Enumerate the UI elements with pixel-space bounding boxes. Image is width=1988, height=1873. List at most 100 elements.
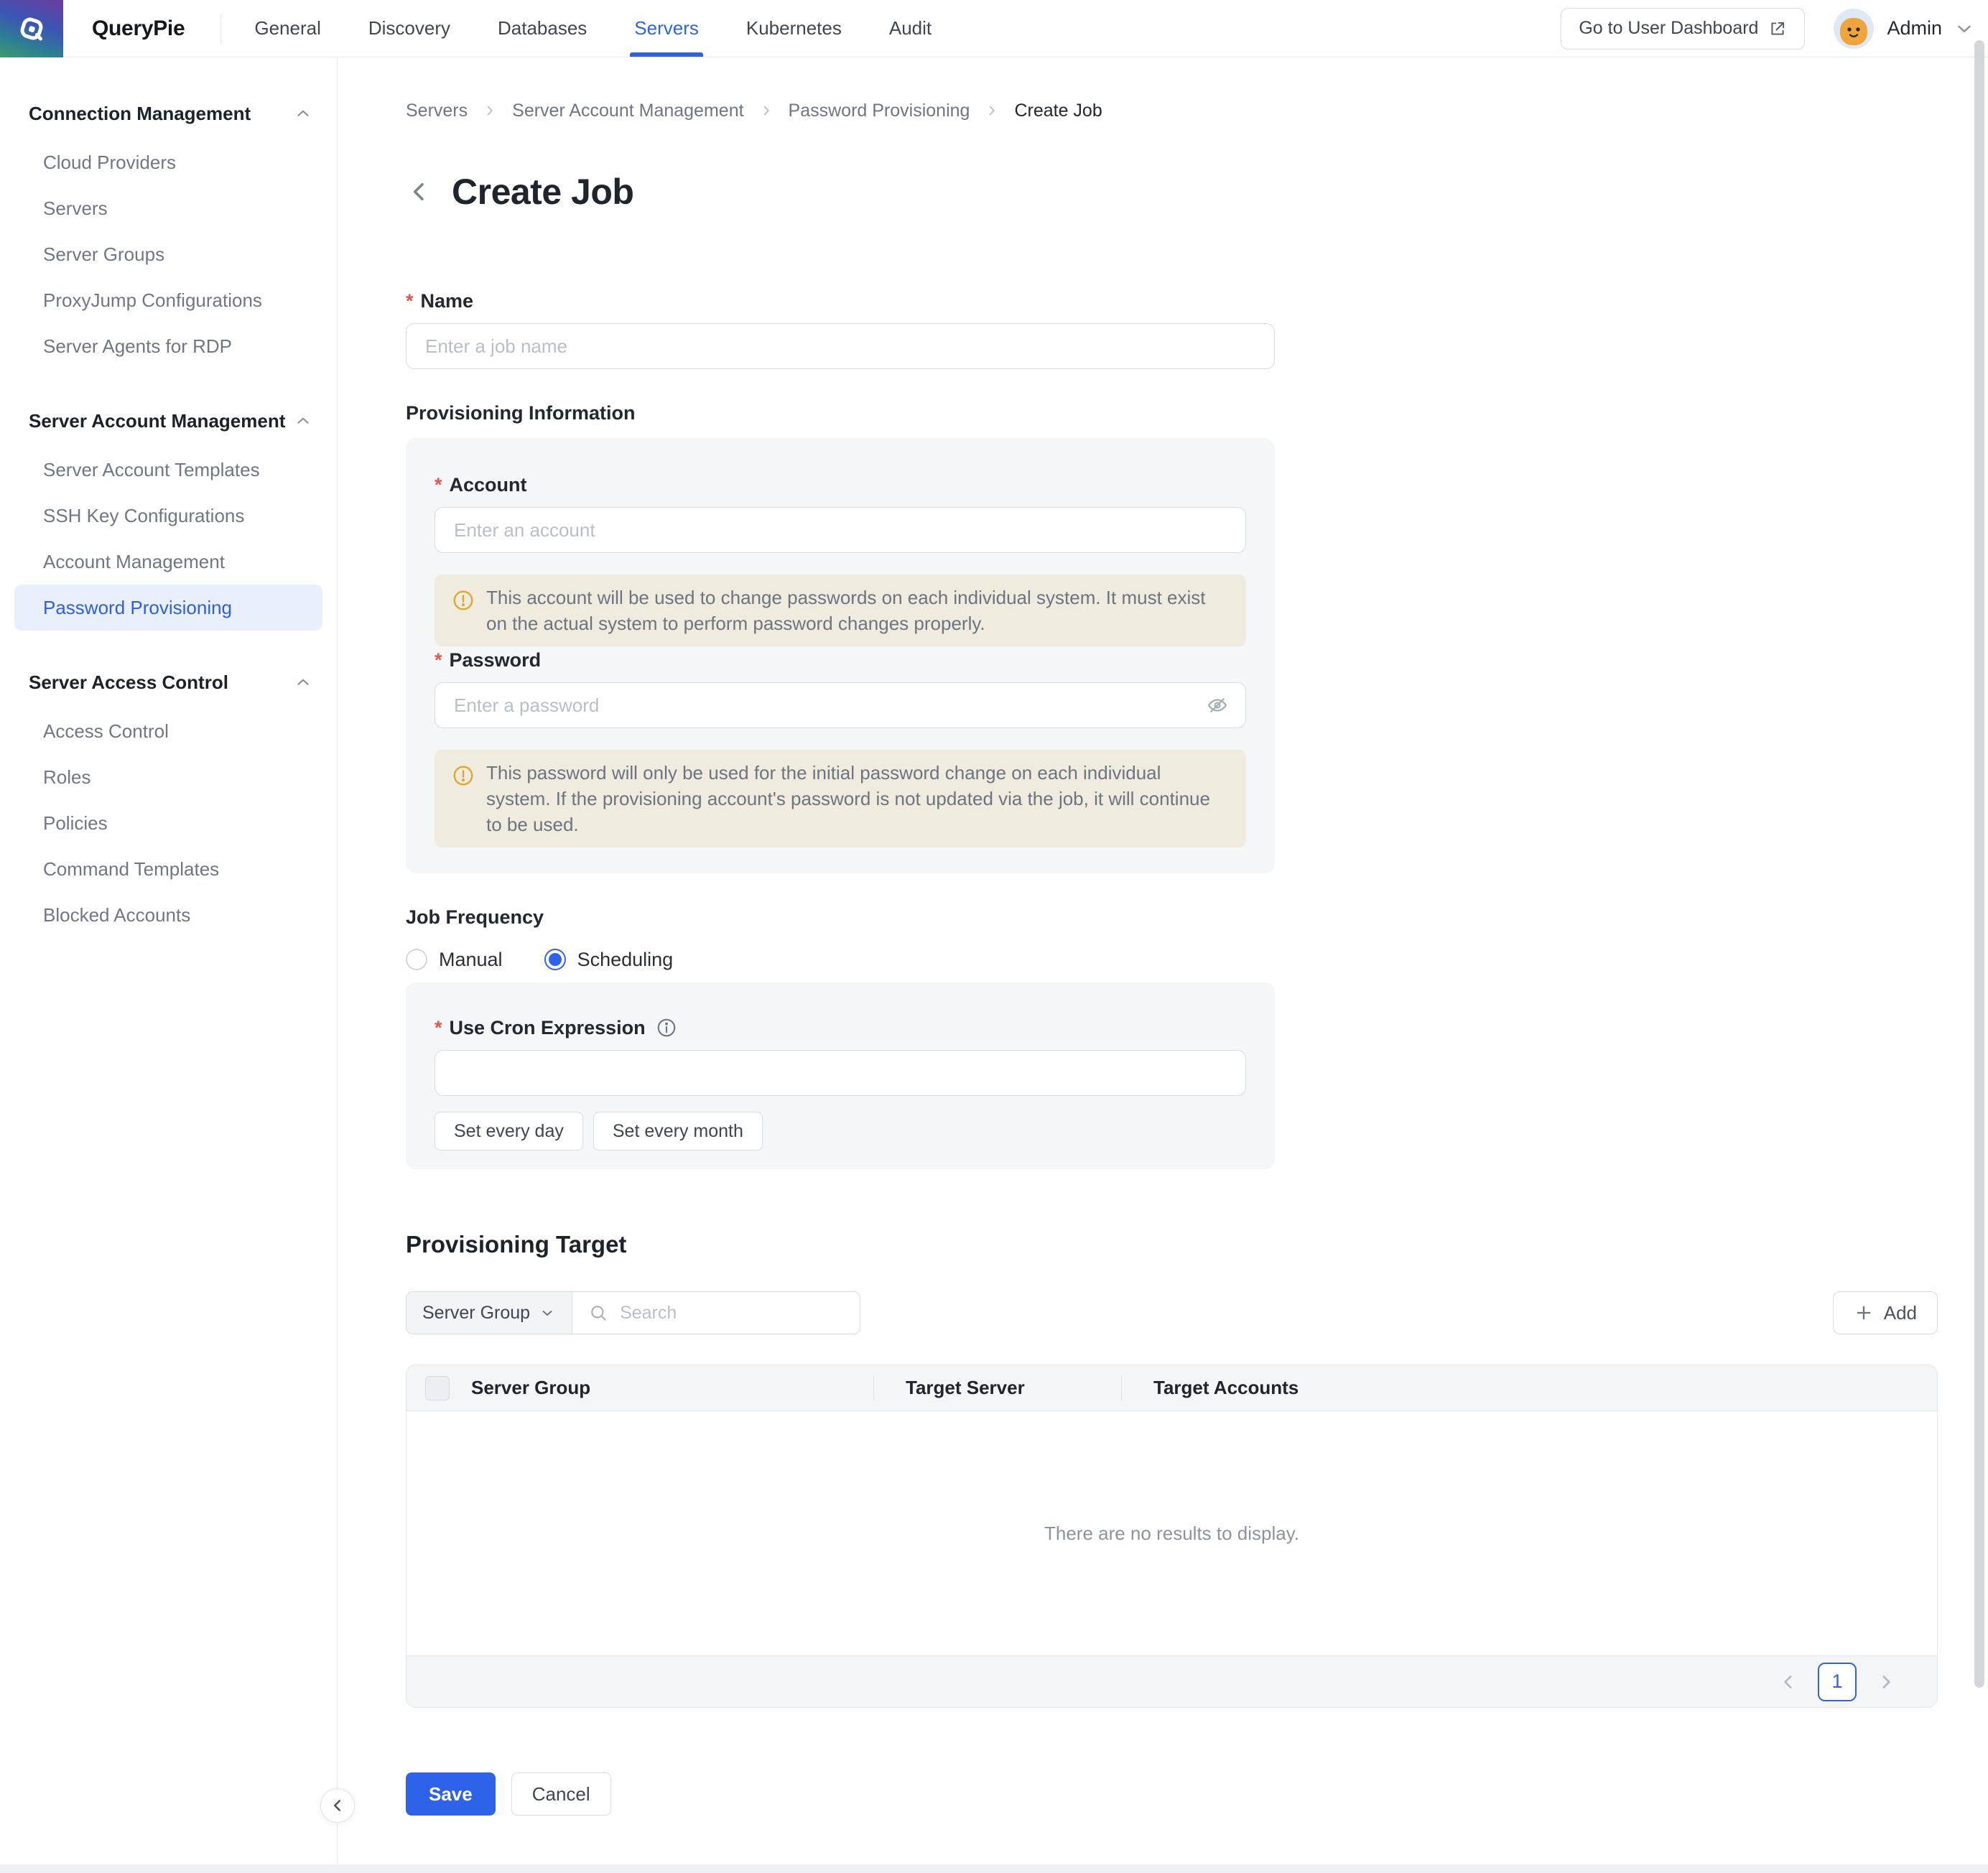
filter-type-dropdown[interactable]: Server Group: [407, 1292, 572, 1334]
pagination-next-icon[interactable]: [1875, 1671, 1897, 1693]
main-layout: Connection Management Cloud Providers Se…: [0, 57, 1988, 1873]
chevron-right-icon: [758, 103, 774, 118]
chevron-right-icon: [984, 103, 1000, 118]
sidebar-item-cloud-providers[interactable]: Cloud Providers: [14, 139, 322, 185]
radio-unchecked[interactable]: [406, 949, 427, 970]
provisioning-information-panel: * Account This account will be used to c…: [406, 438, 1275, 873]
back-button[interactable]: [406, 178, 433, 205]
querypie-logo-icon[interactable]: [0, 0, 63, 57]
chevron-up-icon[interactable]: [294, 673, 312, 692]
sidebar-item-command-templates[interactable]: Command Templates: [14, 846, 322, 892]
sidebar-section-header-server-account-management[interactable]: Server Account Management: [0, 405, 337, 437]
external-link-icon: [1768, 19, 1787, 38]
required-mark: *: [406, 290, 414, 312]
warning-icon: [452, 589, 475, 636]
required-mark: *: [435, 649, 442, 671]
column-divider: [1121, 1375, 1122, 1401]
brand-name: QueryPie: [92, 17, 185, 41]
sidebar-item-server-agents-for-rdp[interactable]: Server Agents for RDP: [14, 323, 322, 369]
nav-item-audit[interactable]: Audit: [889, 0, 932, 57]
nav-item-kubernetes[interactable]: Kubernetes: [746, 0, 842, 57]
name-label: * Name: [406, 287, 1938, 315]
set-every-month-button[interactable]: Set every month: [593, 1112, 763, 1151]
search-icon: [588, 1303, 608, 1323]
go-to-user-dashboard-button[interactable]: Go to User Dashboard: [1561, 8, 1805, 50]
breadcrumb-create-job: Create Job: [1014, 101, 1102, 121]
set-every-day-button[interactable]: Set every day: [435, 1112, 583, 1151]
sidebar-item-ssh-key-configurations[interactable]: SSH Key Configurations: [14, 493, 322, 539]
radio-option-manual[interactable]: Manual: [406, 949, 503, 971]
scheduling-panel: * Use Cron Expression Set every day Set …: [406, 982, 1275, 1169]
nav-divider: [220, 14, 221, 43]
save-button[interactable]: Save: [406, 1772, 496, 1816]
add-button[interactable]: Add: [1833, 1291, 1938, 1334]
search-input[interactable]: [618, 1302, 844, 1324]
sidebar-item-server-groups[interactable]: Server Groups: [14, 231, 322, 277]
dashboard-button-label: Go to User Dashboard: [1579, 18, 1758, 39]
provisioning-target-title: Provisioning Target: [406, 1231, 1938, 1264]
sidebar-item-roles[interactable]: Roles: [14, 754, 322, 800]
sidebar-item-access-control[interactable]: Access Control: [14, 708, 322, 754]
provisioning-information-title: Provisioning Information: [406, 402, 1938, 429]
user-name: Admin: [1887, 17, 1942, 39]
content: Servers Server Account Management Passwo…: [338, 57, 1988, 1873]
page-title: Create Job: [452, 171, 633, 213]
sidebar-item-proxyjump-configurations[interactable]: ProxyJump Configurations: [14, 277, 322, 323]
app-root: QueryPie General Discovery Databases Ser…: [0, 0, 1988, 1873]
chevron-up-icon[interactable]: [294, 104, 312, 123]
job-frequency-title: Job Frequency: [406, 906, 1938, 934]
job-name-input[interactable]: [406, 323, 1275, 369]
pagination-prev-icon[interactable]: [1778, 1671, 1799, 1693]
nav-item-servers[interactable]: Servers: [634, 0, 699, 57]
sidebar-item-password-provisioning[interactable]: Password Provisioning: [14, 585, 322, 631]
sidebar-section-server-account-management: Server Account Management Server Account…: [0, 405, 337, 631]
chevron-down-icon[interactable]: [1954, 18, 1975, 39]
radio-option-scheduling[interactable]: Scheduling: [544, 949, 674, 971]
pagination-page-1[interactable]: 1: [1818, 1663, 1857, 1701]
chevron-right-icon: [482, 103, 498, 118]
sidebar-item-server-account-templates[interactable]: Server Account Templates: [14, 447, 322, 493]
select-all-checkbox[interactable]: [425, 1376, 450, 1400]
scrollbar-thumb[interactable]: [1974, 40, 1984, 1688]
sidebar-collapse-button[interactable]: [320, 1788, 355, 1823]
password-input-wrap: [435, 682, 1246, 728]
sidebar-section-server-access-control: Server Access Control Access Control Rol…: [0, 666, 337, 938]
breadcrumb-server-account-management[interactable]: Server Account Management: [512, 101, 743, 121]
section-title: Server Account Management: [29, 410, 285, 432]
breadcrumb-password-provisioning[interactable]: Password Provisioning: [789, 101, 970, 121]
required-mark: *: [435, 1017, 442, 1039]
table-body: There are no results to display.: [407, 1411, 1937, 1655]
chevron-up-icon[interactable]: [294, 412, 312, 430]
info-icon[interactable]: [656, 1017, 677, 1038]
bottom-edge: [0, 1864, 1988, 1873]
cron-preset-buttons: Set every day Set every month: [435, 1112, 1246, 1151]
password-label: * Password: [435, 646, 1246, 674]
sidebar-item-blocked-accounts[interactable]: Blocked Accounts: [14, 892, 322, 938]
nav-item-discovery[interactable]: Discovery: [368, 0, 450, 57]
sidebar-item-account-management[interactable]: Account Management: [14, 539, 322, 585]
avatar[interactable]: [1834, 9, 1874, 49]
sidebar-item-policies[interactable]: Policies: [14, 800, 322, 846]
breadcrumb: Servers Server Account Management Passwo…: [406, 96, 1938, 125]
eye-slash-icon[interactable]: [1206, 694, 1229, 717]
nav-item-databases[interactable]: Databases: [498, 0, 587, 57]
sidebar: Connection Management Cloud Providers Se…: [0, 57, 338, 1873]
table-pagination: 1: [407, 1655, 1937, 1707]
column-target-accounts: Target Accounts: [1153, 1377, 1937, 1399]
cancel-button[interactable]: Cancel: [511, 1772, 611, 1816]
account-note-text: This account will be used to change pass…: [486, 585, 1229, 636]
breadcrumb-servers[interactable]: Servers: [406, 101, 468, 121]
nav-item-general[interactable]: General: [254, 0, 321, 57]
account-input[interactable]: [435, 507, 1246, 553]
sidebar-section-header-connection-management[interactable]: Connection Management: [0, 98, 337, 129]
cron-expression-input[interactable]: [435, 1050, 1246, 1096]
sidebar-item-servers[interactable]: Servers: [14, 185, 322, 231]
target-filter: Server Group: [406, 1291, 860, 1334]
radio-checked[interactable]: [544, 949, 566, 970]
empty-state-text: There are no results to display.: [1044, 1523, 1299, 1545]
sidebar-section-header-server-access-control[interactable]: Server Access Control: [0, 666, 337, 698]
password-input[interactable]: [435, 682, 1246, 728]
table-header: Server Group Target Server Target Accoun…: [407, 1365, 1937, 1411]
password-note: This password will only be used for the …: [435, 750, 1246, 847]
primary-nav: General Discovery Databases Servers Kube…: [254, 0, 932, 57]
